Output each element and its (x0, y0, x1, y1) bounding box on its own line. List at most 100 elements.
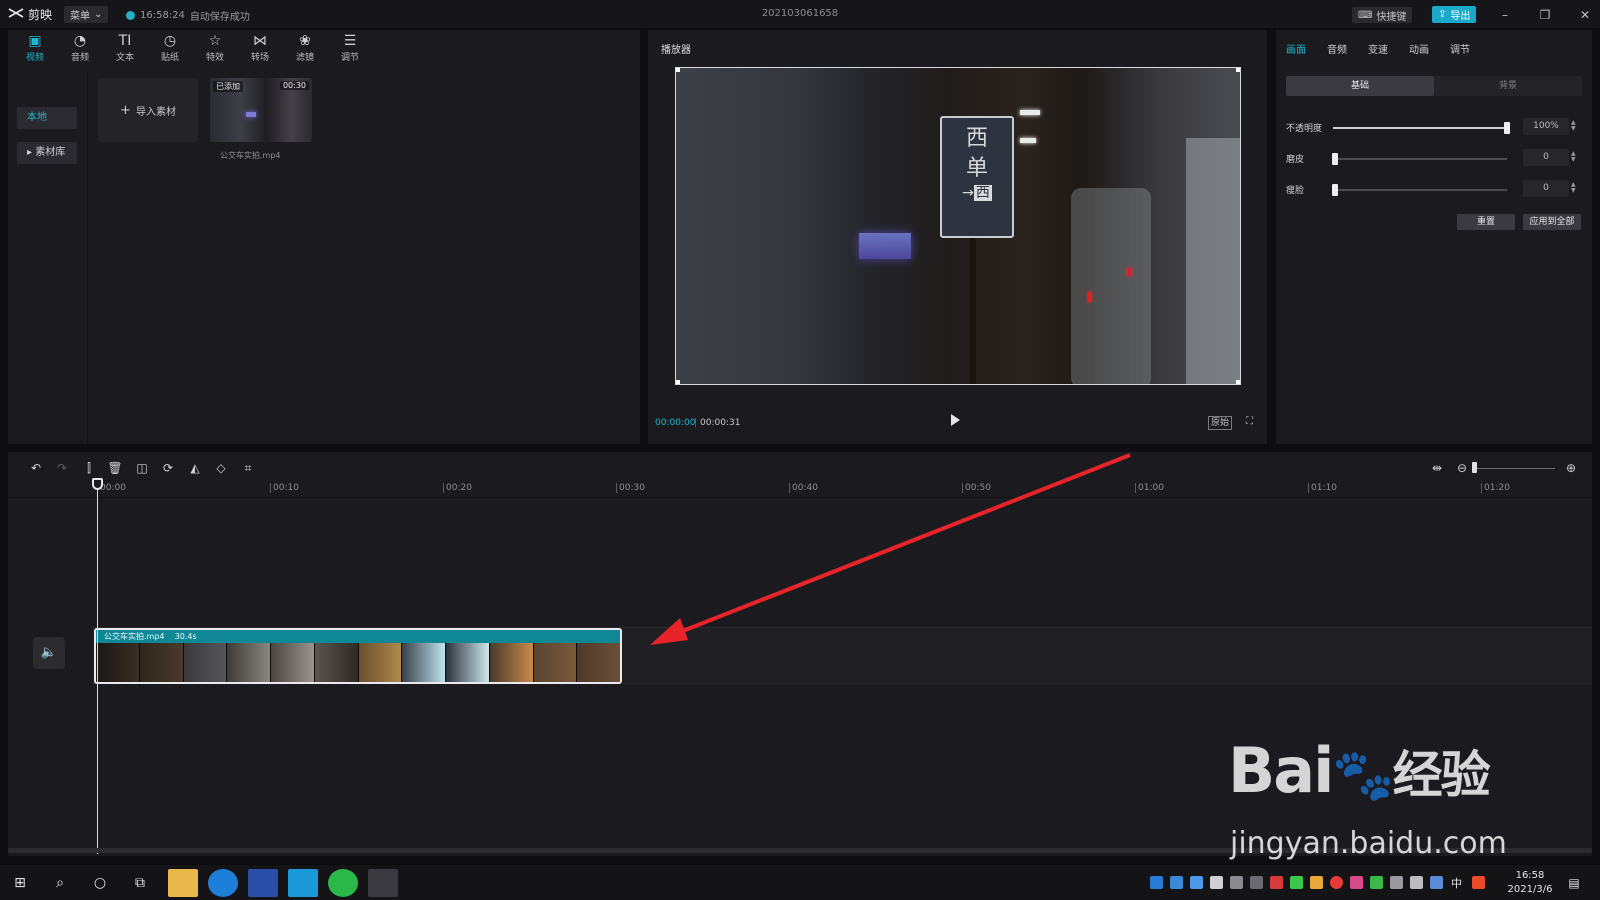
windows-start-icon[interactable]: ⊞ (8, 871, 32, 895)
clip-frame (358, 643, 403, 682)
undo-icon[interactable]: ↶ (28, 460, 44, 476)
split-icon[interactable]: ⫿ (81, 460, 97, 476)
tab-effects[interactable]: ☆ 特效 (195, 32, 235, 66)
edge-browser-icon[interactable] (208, 869, 238, 897)
zoom-slider-handle[interactable] (1472, 462, 1477, 473)
cortana-icon[interactable]: ○ (88, 871, 112, 895)
video-preview[interactable]: 西 单 → 西 (675, 67, 1241, 385)
tab-audio[interactable]: ◔ 音频 (60, 32, 100, 66)
redo-icon[interactable]: ↷ (54, 460, 70, 476)
mirror-icon[interactable]: ◭ (187, 460, 203, 476)
crop-handle[interactable] (676, 380, 680, 384)
file-explorer-icon[interactable] (168, 869, 198, 897)
segment-basic[interactable]: 基础 (1286, 76, 1434, 96)
playhead-handle[interactable] (92, 478, 103, 490)
timeline-ruler[interactable]: 00:00 00:10 00:20 00:30 00:40 00:50 01:0… (8, 480, 1592, 498)
opacity-slider-handle[interactable] (1504, 122, 1510, 134)
timeline-clip[interactable]: 公交车实拍.mp4 30.4s (94, 628, 622, 684)
smooth-slider-handle[interactable] (1332, 153, 1338, 165)
tab-text[interactable]: TI 文本 (105, 32, 145, 66)
sign-pole (970, 238, 976, 384)
zoom-slider[interactable] (1475, 468, 1555, 469)
wechat-icon[interactable] (328, 869, 358, 897)
crop-handle[interactable] (1236, 68, 1240, 72)
tray-icon[interactable] (1270, 876, 1283, 889)
track-mute-icon[interactable]: 🔈 (33, 637, 65, 669)
menu-button[interactable]: 菜单 ⌄ (64, 6, 109, 23)
tray-icon[interactable] (1210, 876, 1223, 889)
tray-icon[interactable] (1290, 876, 1303, 889)
tab-sticker[interactable]: ◷ 贴纸 (150, 32, 190, 66)
tray-icon[interactable] (1310, 876, 1323, 889)
opacity-value[interactable]: 100% (1523, 118, 1569, 135)
search-icon[interactable]: ⌕ (48, 871, 72, 895)
reset-button[interactable]: 重置 (1457, 214, 1515, 230)
media-thumbnail[interactable]: 已添加 00:30 (210, 78, 312, 142)
crop-handle[interactable] (1236, 380, 1240, 384)
reverse-icon[interactable]: ⟳ (160, 460, 176, 476)
audio-icon: ◔ (73, 33, 87, 49)
play-icon[interactable] (951, 414, 960, 426)
stepper-icon[interactable]: ▲ ▼ (1571, 120, 1576, 132)
tray-icon[interactable] (1150, 876, 1163, 889)
segment-background[interactable]: 背景 (1434, 76, 1582, 96)
ratio-button[interactable]: 原始 (1208, 416, 1233, 430)
sogou-ime-icon[interactable] (1472, 876, 1485, 889)
tray-icon[interactable] (1430, 876, 1443, 889)
tray-icon[interactable] (1250, 876, 1263, 889)
slim-value[interactable]: 0 (1523, 180, 1569, 197)
zoom-out-icon[interactable]: ⊖ (1454, 460, 1470, 476)
apply-all-button[interactable]: 应用到全部 (1523, 214, 1581, 230)
ime-indicator[interactable]: 中 (1451, 875, 1462, 891)
crop-handle[interactable] (676, 68, 680, 72)
tab-effects-label: 特效 (205, 53, 224, 63)
app-icon[interactable] (288, 869, 318, 897)
tab-prop-audio[interactable]: 音频 (1327, 41, 1347, 56)
stepper-icon[interactable]: ▲ ▼ (1571, 151, 1576, 163)
tab-transition[interactable]: ⋈ 转场 (240, 32, 280, 66)
sidebar-item-local[interactable]: 本地 (17, 107, 77, 129)
app-icon[interactable] (248, 869, 278, 897)
import-media-button[interactable]: + 导入素材 (98, 78, 198, 142)
sidebar-item-library[interactable]: ▸ 素材库 (17, 142, 77, 164)
tray-icon[interactable] (1350, 876, 1363, 889)
smooth-value[interactable]: 0 (1523, 149, 1569, 166)
opacity-slider[interactable] (1333, 122, 1510, 134)
fullscreen-icon[interactable]: ⛶ (1246, 416, 1258, 428)
restore-icon[interactable]: ❐ (1536, 6, 1554, 24)
tab-speed[interactable]: 变速 (1368, 41, 1388, 56)
tray-icon[interactable] (1330, 876, 1343, 889)
crop-icon[interactable]: ⌗ (240, 460, 256, 476)
sign-arrow: → 西 (962, 185, 992, 201)
tab-prop-adjust[interactable]: 调节 (1450, 41, 1470, 56)
delete-icon[interactable]: 🗑 (107, 460, 123, 476)
shield-icon[interactable] (1190, 876, 1203, 889)
tab-filter[interactable]: ❀ 滤镜 (285, 32, 325, 66)
slim-slider[interactable] (1332, 184, 1507, 196)
stepper-icon[interactable]: ▲ ▼ (1571, 182, 1576, 194)
snap-icon[interactable]: ⇹ (1429, 460, 1445, 476)
task-view-icon[interactable]: ⧉ (128, 871, 152, 895)
microphone-icon[interactable] (1230, 876, 1243, 889)
taskbar-clock[interactable]: 16:58 2021/3/6 (1500, 869, 1560, 897)
tab-picture[interactable]: 画面 (1286, 41, 1306, 56)
notification-icon[interactable]: ▤ (1566, 875, 1582, 891)
zoom-in-icon[interactable]: ⊕ (1563, 460, 1579, 476)
rotate-icon[interactable]: ◇ (213, 460, 229, 476)
slim-slider-handle[interactable] (1332, 184, 1338, 196)
wechat-tray-icon[interactable] (1370, 876, 1383, 889)
network-icon[interactable] (1390, 876, 1403, 889)
smooth-slider[interactable] (1332, 153, 1507, 165)
tab-animation[interactable]: 动画 (1409, 41, 1429, 56)
close-icon[interactable]: ✕ (1576, 6, 1594, 24)
playhead-line[interactable] (97, 482, 98, 854)
minimize-icon[interactable]: – (1496, 6, 1514, 24)
tab-video[interactable]: ▣ 视频 (15, 32, 55, 66)
shortcut-button[interactable]: ⌨ 快捷键 (1352, 7, 1413, 23)
capcut-taskbar-icon[interactable] (368, 869, 398, 897)
export-button[interactable]: ⇪ 导出 (1432, 6, 1477, 23)
tray-icon[interactable] (1170, 876, 1183, 889)
tab-adjust[interactable]: ☰ 调节 (330, 32, 370, 66)
volume-icon[interactable] (1410, 876, 1423, 889)
freeze-icon[interactable]: ◫ (134, 460, 150, 476)
